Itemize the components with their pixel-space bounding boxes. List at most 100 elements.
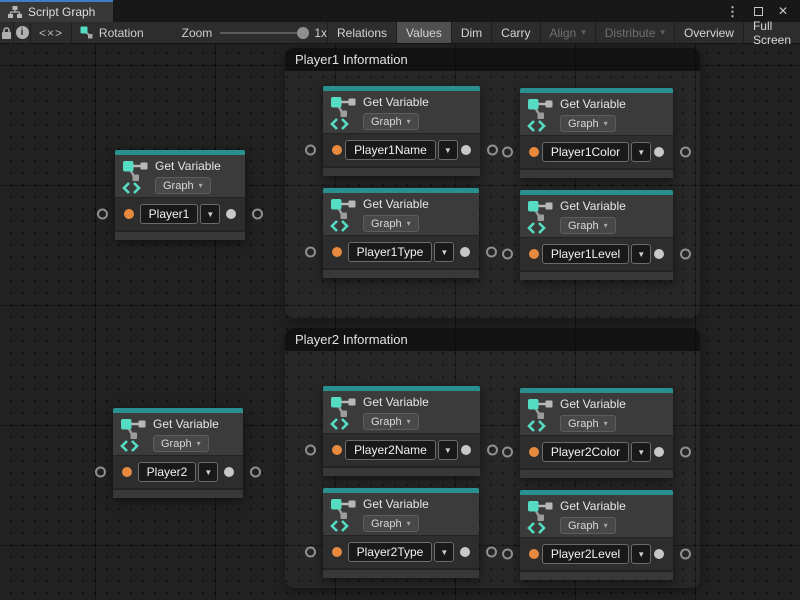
get-variable-node-player1type[interactable]: Get Variable Graph ▾ Player1Type ▼	[323, 188, 479, 278]
right-connection-ring[interactable]	[680, 249, 691, 260]
values-button[interactable]: Values	[396, 22, 451, 43]
node-header[interactable]: Get Variable Graph ▾	[520, 93, 673, 135]
get-variable-node-player2name[interactable]: Get Variable Graph ▾ Player2Name ▼	[323, 386, 480, 476]
code-preview-button[interactable]: <×>	[31, 22, 72, 43]
variable-scope-dropdown[interactable]: Graph ▾	[363, 113, 419, 130]
value-output-port[interactable]	[654, 147, 664, 157]
variable-name-dropdown[interactable]: Player1Type ▼	[348, 242, 455, 262]
select-arrow-icon[interactable]: ▼	[438, 140, 458, 160]
get-variable-node-player1name[interactable]: Get Variable Graph ▾ Player1Name ▼	[323, 86, 480, 176]
name-input-port[interactable]	[332, 445, 342, 455]
variable-name-dropdown[interactable]: Player2Level ▼	[542, 544, 651, 564]
variable-scope-dropdown[interactable]: Graph ▾	[560, 517, 616, 534]
value-output-port[interactable]	[224, 467, 234, 477]
value-output-port[interactable]	[654, 447, 664, 457]
variable-name-dropdown[interactable]: Player2Name ▼	[345, 440, 458, 460]
right-connection-ring[interactable]	[486, 547, 497, 558]
left-connection-ring[interactable]	[305, 145, 316, 156]
variable-scope-dropdown[interactable]: Graph ▾	[560, 115, 616, 132]
right-connection-ring[interactable]	[680, 549, 691, 560]
variable-name-dropdown[interactable]: Player1Level ▼	[542, 244, 651, 264]
group-header[interactable]: Player2 Information	[285, 328, 700, 351]
node-header[interactable]: Get Variable Graph ▾	[113, 413, 243, 455]
select-arrow-icon[interactable]: ▼	[631, 544, 651, 564]
close-icon[interactable]: ✕	[778, 5, 788, 17]
variable-scope-dropdown[interactable]: Graph ▾	[363, 515, 419, 532]
lock-button[interactable]	[0, 22, 14, 43]
variable-scope-dropdown[interactable]: Graph ▾	[363, 215, 419, 232]
node-header[interactable]: Get Variable Graph ▾	[323, 91, 480, 133]
full-screen-button[interactable]: Full Screen	[743, 22, 800, 43]
left-connection-ring[interactable]	[95, 467, 106, 478]
select-arrow-icon[interactable]: ▼	[200, 204, 220, 224]
variable-scope-dropdown[interactable]: Graph ▾	[363, 413, 419, 430]
value-output-port[interactable]	[654, 549, 664, 559]
distribute-button[interactable]: Distribute ▾	[595, 22, 674, 43]
maximize-icon[interactable]	[754, 7, 763, 16]
right-connection-ring[interactable]	[487, 445, 498, 456]
node-header[interactable]: Get Variable Graph ▾	[323, 193, 479, 235]
tab-script-graph[interactable]: Script Graph	[0, 0, 113, 22]
zoom-slider[interactable]	[220, 32, 306, 34]
value-output-port[interactable]	[460, 247, 470, 257]
left-connection-ring[interactable]	[502, 249, 513, 260]
select-arrow-icon[interactable]: ▼	[438, 440, 458, 460]
value-output-port[interactable]	[654, 249, 664, 259]
select-arrow-icon[interactable]: ▼	[631, 442, 651, 462]
right-connection-ring[interactable]	[486, 247, 497, 258]
name-input-port[interactable]	[529, 147, 539, 157]
get-variable-node-player1color[interactable]: Get Variable Graph ▾ Player1Color ▼	[520, 88, 673, 178]
node-header[interactable]: Get Variable Graph ▾	[323, 391, 480, 433]
overview-button[interactable]: Overview	[674, 22, 743, 43]
get-variable-node-player2type[interactable]: Get Variable Graph ▾ Player2Type ▼	[323, 488, 479, 578]
variable-name-dropdown[interactable]: Player1 ▼	[140, 204, 221, 224]
select-arrow-icon[interactable]: ▼	[198, 462, 218, 482]
left-connection-ring[interactable]	[502, 147, 513, 158]
select-arrow-icon[interactable]: ▼	[434, 542, 454, 562]
variable-name-dropdown[interactable]: Player2Type ▼	[348, 542, 455, 562]
variable-name-dropdown[interactable]: Player1Name ▼	[345, 140, 458, 160]
window-menu-icon[interactable]: ⋮	[726, 5, 739, 18]
name-input-port[interactable]	[529, 549, 539, 559]
value-output-port[interactable]	[461, 445, 471, 455]
variable-name-dropdown[interactable]: Player2 ▼	[138, 462, 219, 482]
name-input-port[interactable]	[332, 145, 342, 155]
left-connection-ring[interactable]	[305, 547, 316, 558]
get-variable-node-player2color[interactable]: Get Variable Graph ▾ Player2Color ▼	[520, 388, 673, 478]
left-connection-ring[interactable]	[502, 549, 513, 560]
variable-scope-dropdown[interactable]: Graph ▾	[560, 415, 616, 432]
name-input-port[interactable]	[122, 467, 132, 477]
group-header[interactable]: Player1 Information	[285, 48, 700, 71]
info-button[interactable]: i	[14, 22, 31, 43]
right-connection-ring[interactable]	[680, 447, 691, 458]
left-connection-ring[interactable]	[305, 445, 316, 456]
variable-name-dropdown[interactable]: Player2Color ▼	[542, 442, 651, 462]
variable-scope-dropdown[interactable]: Graph ▾	[153, 435, 209, 452]
right-connection-ring[interactable]	[680, 147, 691, 158]
node-header[interactable]: Get Variable Graph ▾	[520, 495, 673, 537]
name-input-port[interactable]	[332, 547, 342, 557]
get-variable-node-player2[interactable]: Get Variable Graph ▾ Player2 ▼	[113, 408, 243, 498]
node-header[interactable]: Get Variable Graph ▾	[323, 493, 479, 535]
left-connection-ring[interactable]	[305, 247, 316, 258]
name-input-port[interactable]	[529, 249, 539, 259]
carry-button[interactable]: Carry	[491, 22, 539, 43]
node-header[interactable]: Get Variable Graph ▾	[520, 195, 673, 237]
graph-canvas[interactable]: Player1 Information Player2 Information …	[0, 44, 800, 600]
node-header[interactable]: Get Variable Graph ▾	[115, 155, 245, 197]
right-connection-ring[interactable]	[252, 209, 263, 220]
left-connection-ring[interactable]	[97, 209, 108, 220]
value-output-port[interactable]	[461, 145, 471, 155]
get-variable-node-player1level[interactable]: Get Variable Graph ▾ Player1Level ▼	[520, 190, 673, 280]
name-input-port[interactable]	[529, 447, 539, 457]
variable-scope-dropdown[interactable]: Graph ▾	[560, 217, 616, 234]
value-output-port[interactable]	[460, 547, 470, 557]
get-variable-node-player1[interactable]: Get Variable Graph ▾ Player1 ▼	[115, 150, 245, 240]
node-header[interactable]: Get Variable Graph ▾	[520, 393, 673, 435]
variable-name-dropdown[interactable]: Player1Color ▼	[542, 142, 651, 162]
select-arrow-icon[interactable]: ▼	[631, 142, 651, 162]
left-connection-ring[interactable]	[502, 447, 513, 458]
select-arrow-icon[interactable]: ▼	[434, 242, 454, 262]
name-input-port[interactable]	[124, 209, 134, 219]
dim-button[interactable]: Dim	[451, 22, 491, 43]
